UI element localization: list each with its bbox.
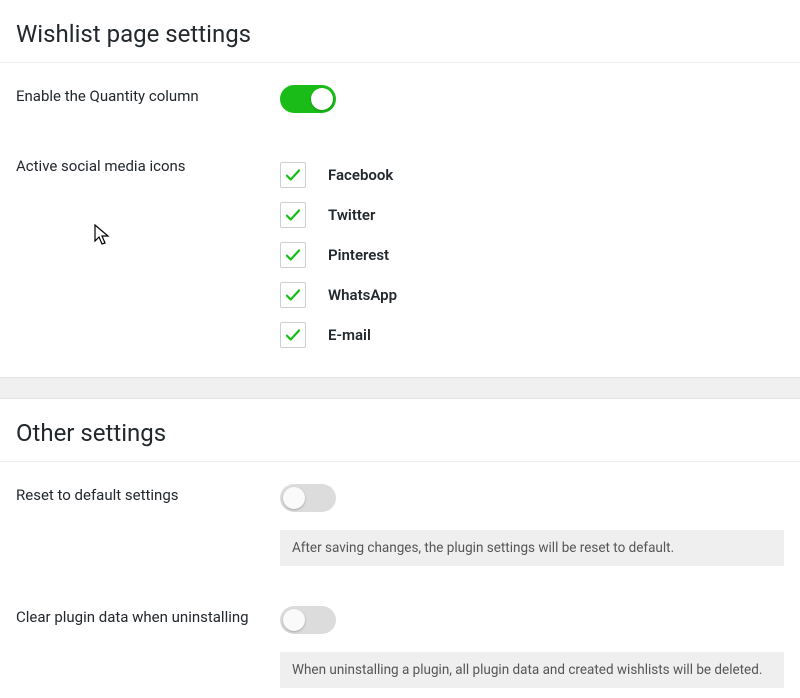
- checkbox-label: WhatsApp: [328, 286, 397, 304]
- section-title: Other settings: [16, 419, 784, 447]
- checkbox-label: E-mail: [328, 326, 371, 344]
- checkbox-label: Pinterest: [328, 246, 389, 264]
- enable-quantity-toggle[interactable]: [280, 85, 336, 113]
- reset-default-toggle[interactable]: [280, 484, 336, 512]
- check-icon: [284, 326, 302, 344]
- clear-data-label: Clear plugin data when uninstalling: [16, 606, 280, 626]
- checkbox-item-pinterest: Pinterest: [280, 235, 784, 275]
- checkbox-item-email: E-mail: [280, 315, 784, 355]
- clear-data-row: Clear plugin data when uninstalling When…: [16, 576, 784, 698]
- enable-quantity-label: Enable the Quantity column: [16, 85, 280, 105]
- checkbox-item-whatsapp: WhatsApp: [280, 275, 784, 315]
- check-icon: [284, 166, 302, 184]
- social-icons-label: Active social media icons: [16, 155, 280, 175]
- checkbox-label: Facebook: [328, 166, 393, 184]
- clear-data-toggle[interactable]: [280, 606, 336, 634]
- check-icon: [284, 286, 302, 304]
- checkbox-email[interactable]: [280, 322, 306, 348]
- check-icon: [284, 206, 302, 224]
- section-title: Wishlist page settings: [16, 20, 784, 48]
- social-icons-list: Facebook Twitter Pinterest: [280, 155, 784, 355]
- checkbox-item-twitter: Twitter: [280, 195, 784, 235]
- enable-quantity-row: Enable the Quantity column: [16, 63, 784, 127]
- toggle-knob: [283, 487, 305, 509]
- toggle-knob: [283, 609, 305, 631]
- social-icons-row: Active social media icons Facebook Twitt…: [16, 127, 784, 377]
- wishlist-page-settings-section: Wishlist page settings: [0, 20, 800, 48]
- reset-default-label: Reset to default settings: [16, 484, 280, 504]
- reset-default-description: After saving changes, the plugin setting…: [280, 530, 784, 566]
- reset-default-row: Reset to default settings After saving c…: [16, 462, 784, 576]
- other-settings-section: Other settings: [0, 419, 800, 447]
- checkbox-label: Twitter: [328, 206, 375, 224]
- toggle-knob: [311, 88, 333, 110]
- check-icon: [284, 246, 302, 264]
- section-divider: [0, 377, 800, 399]
- checkbox-facebook[interactable]: [280, 162, 306, 188]
- checkbox-twitter[interactable]: [280, 202, 306, 228]
- checkbox-pinterest[interactable]: [280, 242, 306, 268]
- checkbox-item-facebook: Facebook: [280, 155, 784, 195]
- checkbox-whatsapp[interactable]: [280, 282, 306, 308]
